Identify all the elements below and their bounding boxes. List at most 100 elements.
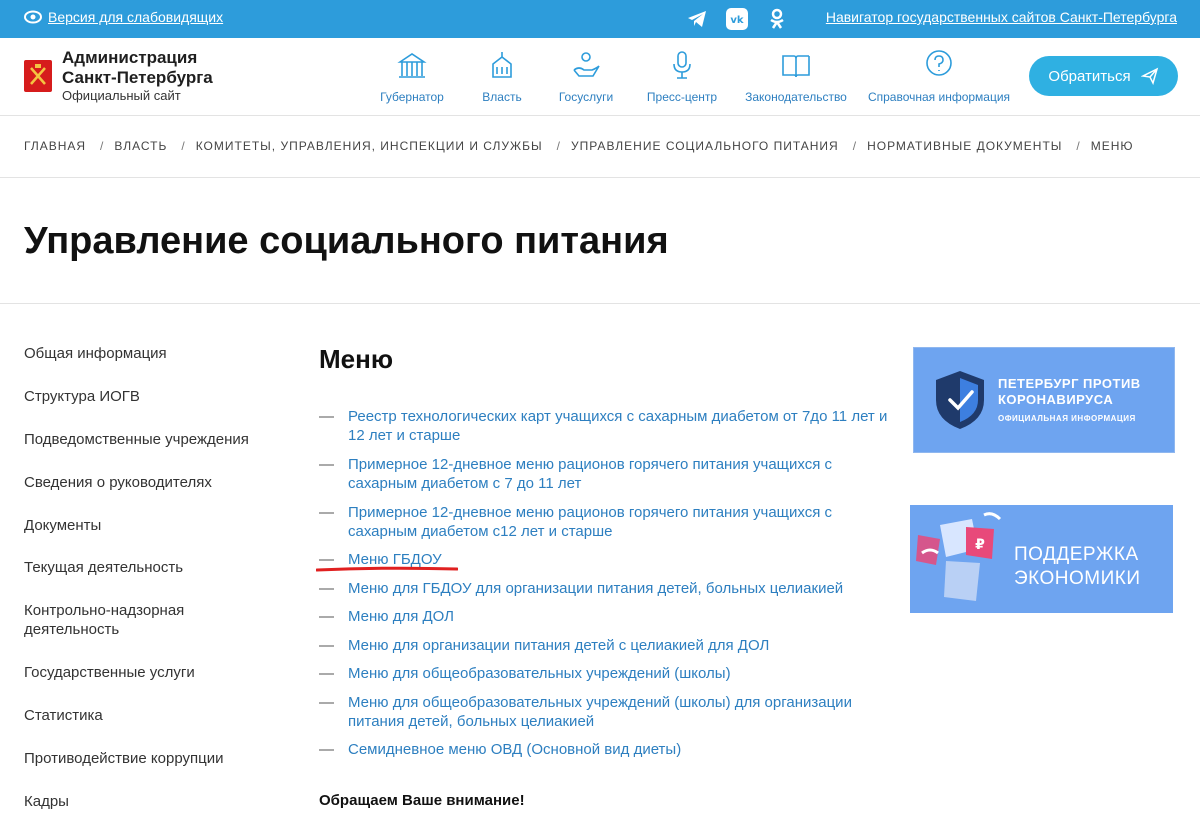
list-dash: — bbox=[319, 637, 334, 654]
gov-sites-navigator-link[interactable]: Навигатор государственных сайтов Санкт-П… bbox=[826, 9, 1177, 25]
sidebar-item-statistics[interactable]: Статистика bbox=[24, 706, 103, 725]
question-icon bbox=[926, 50, 952, 76]
top-bar: Версия для слабовидящих vk Навигатор гос… bbox=[0, 0, 1200, 38]
economy-banner-title: ПОДДЕРЖКА ЭКОНОМИКИ bbox=[1014, 543, 1141, 591]
logo-title-line1: Администрация bbox=[62, 48, 198, 67]
covid-banner-subtitle: ОФИЦИАЛЬНАЯ ИНФОРМАЦИЯ bbox=[998, 414, 1136, 423]
divider bbox=[0, 303, 1200, 304]
list-dash: — bbox=[319, 741, 334, 758]
divider bbox=[0, 177, 1200, 178]
breadcrumb-committees[interactable]: Комитеты, управления, инспекции и службы bbox=[196, 139, 543, 153]
breadcrumb-separator: / bbox=[556, 139, 561, 153]
nav-governor[interactable]: Губернатор bbox=[370, 48, 454, 104]
breadcrumb: Главная / Власть / Комитеты, управления,… bbox=[24, 139, 1134, 153]
book-icon bbox=[782, 55, 810, 78]
list-item: — Примерное 12-дневное меню рационов гор… bbox=[319, 503, 889, 541]
nav-press[interactable]: Пресс-центр bbox=[632, 48, 732, 104]
content-title: Меню bbox=[319, 344, 394, 374]
main-nav: Губернатор Власть Госуслуги Пресс-центр … bbox=[370, 48, 1014, 104]
shield-check-icon bbox=[936, 371, 984, 429]
nav-label: Пресс-центр bbox=[646, 90, 718, 104]
nav-reference[interactable]: Справочная информация bbox=[864, 48, 1014, 104]
nav-label: Справочная информация bbox=[867, 90, 1011, 104]
sidebar-item-anticorruption[interactable]: Противодействие коррупции bbox=[24, 749, 223, 768]
nav-power[interactable]: Власть bbox=[462, 48, 542, 104]
breadcrumb-separator: / bbox=[181, 139, 186, 153]
sidebar-item-control[interactable]: Контрольно-надзорная деятельность bbox=[24, 601, 214, 639]
list-dash: — bbox=[319, 408, 334, 425]
sidebar-item-current-activity[interactable]: Текущая деятельность bbox=[24, 558, 183, 577]
list-dash: — bbox=[319, 504, 334, 521]
document-link[interactable]: Меню для ДОЛ bbox=[348, 607, 454, 626]
microphone-icon bbox=[673, 51, 691, 79]
document-link[interactable]: Меню для общеобразовательных учреждений … bbox=[348, 693, 889, 731]
list-dash: — bbox=[319, 580, 334, 597]
list-item: — Меню для общеобразовательных учреждени… bbox=[319, 693, 889, 731]
list-item: — Реестр технологических карт учащихся с… bbox=[319, 407, 889, 445]
breadcrumb-power[interactable]: Власть bbox=[114, 139, 167, 153]
send-icon bbox=[1140, 67, 1158, 85]
eye-icon bbox=[24, 10, 42, 24]
sidebar-item-subordinate[interactable]: Подведомственные учреждения bbox=[24, 430, 249, 449]
list-item: — Меню для общеобразовательных учреждени… bbox=[319, 664, 889, 683]
breadcrumb-separator: / bbox=[100, 139, 105, 153]
list-dash: — bbox=[319, 456, 334, 473]
notice-heading: Обращаем Ваше внимание! bbox=[319, 792, 525, 809]
nav-legislation[interactable]: Законодательство bbox=[738, 48, 854, 104]
sidebar-item-staff[interactable]: Кадры bbox=[24, 792, 69, 811]
economy-banner-line2: ЭКОНОМИКИ bbox=[1014, 568, 1141, 589]
document-link[interactable]: Примерное 12-дневное меню рационов горяч… bbox=[348, 455, 889, 493]
breadcrumb-normative-docs[interactable]: Нормативные документы bbox=[867, 139, 1062, 153]
site-logo[interactable]: Администрация Санкт-Петербурга Официальн… bbox=[62, 48, 213, 104]
governor-building-icon bbox=[397, 53, 427, 78]
logo-subtitle: Официальный сайт bbox=[62, 88, 181, 103]
government-building-icon bbox=[492, 52, 512, 78]
telegram-icon[interactable] bbox=[686, 8, 708, 30]
document-link[interactable]: Семидневное меню ОВД (Основной вид диеты… bbox=[348, 740, 681, 759]
svg-text:vk: vk bbox=[730, 15, 744, 26]
document-link[interactable]: Меню для ГБДОУ для организации питания д… bbox=[348, 579, 843, 598]
document-link[interactable]: Меню для организации питания детей с цел… bbox=[348, 636, 769, 655]
sidebar-item-leaders[interactable]: Сведения о руководителях bbox=[24, 473, 212, 492]
puzzle-ruble-icon: ₽ bbox=[916, 512, 1002, 601]
spb-emblem-icon[interactable] bbox=[24, 60, 52, 92]
page-title: Управление социального питания bbox=[24, 220, 669, 262]
breadcrumb-separator: / bbox=[1076, 139, 1081, 153]
nav-label: Госуслуги bbox=[558, 90, 614, 104]
covid-banner[interactable]: ПЕТЕРБУРГ ПРОТИВ КОРОНАВИРУСА ОФИЦИАЛЬНА… bbox=[913, 347, 1175, 453]
document-link[interactable]: Меню для общеобразовательных учреждений … bbox=[348, 664, 731, 683]
sidebar-item-general-info[interactable]: Общая информация bbox=[24, 344, 167, 363]
svg-text:₽: ₽ bbox=[975, 537, 985, 553]
sidebar-item-documents[interactable]: Документы bbox=[24, 516, 101, 535]
contact-button-label: Обратиться bbox=[1048, 67, 1131, 85]
list-dash: — bbox=[319, 694, 334, 711]
hand-person-icon bbox=[573, 52, 600, 77]
nav-gosuslugi[interactable]: Госуслуги bbox=[544, 48, 628, 104]
list-item: — Примерное 12-дневное меню рационов гор… bbox=[319, 455, 889, 493]
contact-button[interactable]: Обратиться bbox=[1029, 56, 1178, 96]
nav-label: Власть bbox=[482, 90, 522, 104]
logo-title-line2: Санкт-Петербурга bbox=[62, 68, 213, 87]
low-vision-link[interactable]: Версия для слабовидящих bbox=[24, 9, 223, 25]
list-item: — Меню для организации питания детей с ц… bbox=[319, 636, 889, 655]
nav-label: Губернатор bbox=[380, 90, 444, 104]
economy-support-banner[interactable]: ₽ ПОДДЕРЖКА ЭКОНОМИКИ bbox=[910, 505, 1173, 613]
breadcrumb-home[interactable]: Главная bbox=[24, 139, 86, 153]
low-vision-label: Версия для слабовидящих bbox=[48, 9, 224, 25]
nav-label: Законодательство bbox=[745, 90, 847, 104]
breadcrumb-separator: / bbox=[852, 139, 858, 153]
document-link[interactable]: Примерное 12-дневное меню рационов горяч… bbox=[348, 503, 889, 541]
list-dash: — bbox=[319, 665, 334, 682]
vk-icon[interactable]: vk bbox=[726, 8, 748, 30]
document-link[interactable]: Реестр технологических карт учащихся с с… bbox=[348, 407, 889, 445]
sidebar-item-gov-services[interactable]: Государственные услуги bbox=[24, 663, 195, 682]
list-item: — Семидневное меню ОВД (Основной вид дие… bbox=[319, 740, 889, 759]
sidebar-item-structure[interactable]: Структура ИОГВ bbox=[24, 387, 140, 406]
list-item: — Меню для ДОЛ bbox=[319, 607, 889, 626]
list-dash: — bbox=[319, 608, 334, 625]
odnoklassniki-icon[interactable] bbox=[766, 8, 788, 30]
site-header: Администрация Санкт-Петербурга Официальн… bbox=[0, 38, 1200, 116]
breadcrumb-social-nutrition[interactable]: Управление социального питания bbox=[571, 139, 839, 153]
economy-banner-line1: ПОДДЕРЖКА bbox=[1014, 544, 1139, 565]
covid-banner-title: ПЕТЕРБУРГ ПРОТИВ КОРОНАВИРУСА bbox=[998, 376, 1141, 407]
